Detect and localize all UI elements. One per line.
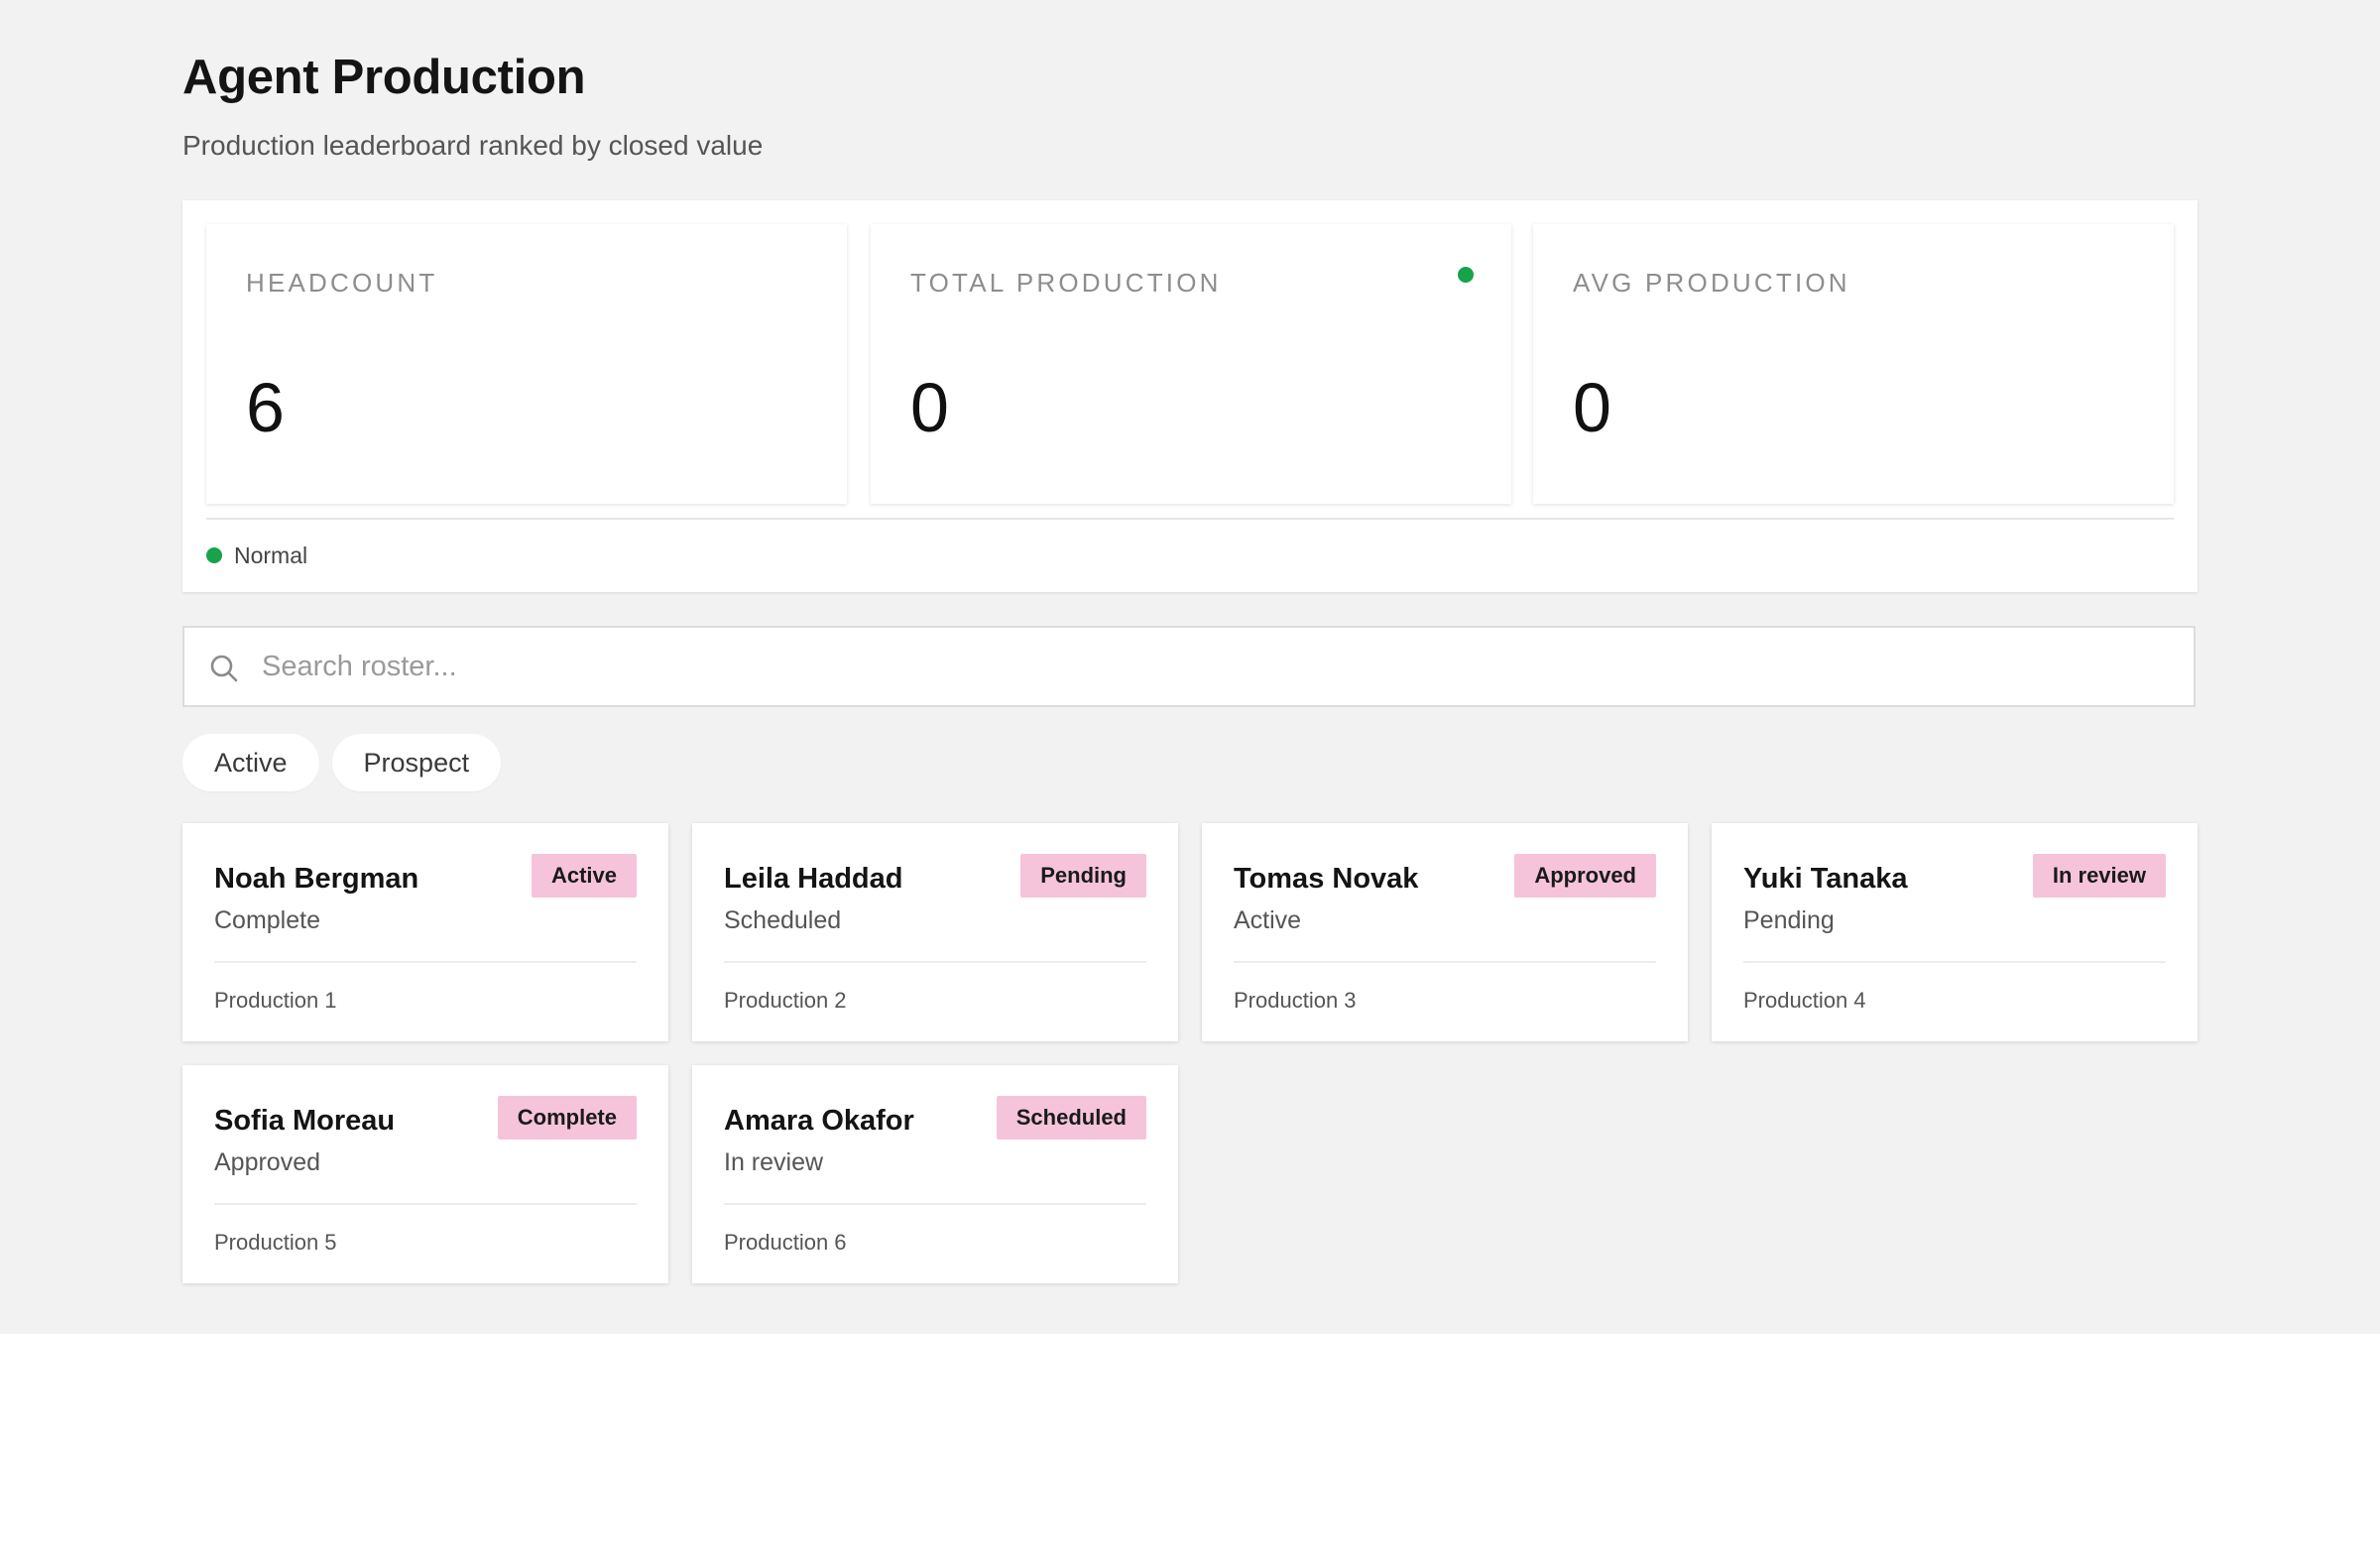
agent-production: Production 3	[1234, 988, 1357, 1013]
roster-card[interactable]: Sofia Moreau Complete Approved Productio…	[182, 1065, 668, 1283]
status-badge: Scheduled	[996, 1096, 1146, 1140]
agent-status: In review	[724, 1148, 824, 1176]
agent-production: Production 1	[214, 988, 337, 1013]
agent-status: Pending	[1743, 906, 1835, 934]
agent-status: Scheduled	[724, 906, 842, 934]
agent-name: Sofia Moreau	[214, 1105, 396, 1137]
stats-panel: HEADCOUNT 6 TOTAL PRODUCTION 0 AVG PRODU…	[182, 200, 2198, 592]
stat-card-total-production: TOTAL PRODUCTION 0	[871, 224, 1511, 504]
stat-card-avg-production: AVG PRODUCTION 0	[1533, 224, 2174, 504]
agent-production: Production 4	[1743, 988, 1866, 1013]
stat-value: 6	[246, 369, 285, 446]
agent-name: Tomas Novak	[1234, 863, 1419, 895]
divider	[724, 1203, 1146, 1205]
agent-status: Active	[1234, 906, 1302, 934]
search-bar[interactable]	[182, 626, 2196, 707]
page-title: Agent Production	[182, 51, 586, 104]
agent-status: Approved	[214, 1148, 321, 1176]
status-badge: Pending	[1020, 854, 1146, 898]
filter-chips: Active Prospect	[182, 734, 514, 791]
status-indicator: Normal	[206, 538, 307, 573]
empty-page-area	[0, 1334, 2380, 1563]
stat-value: 0	[910, 369, 949, 446]
agent-name: Noah Bergman	[214, 863, 419, 895]
page-background: Agent Production Production leaderboard …	[0, 0, 2380, 1334]
live-indicator-dot-icon	[1458, 267, 1474, 283]
roster-card[interactable]: Noah Bergman Active Complete Production …	[182, 823, 668, 1041]
agent-production: Production 2	[724, 988, 847, 1013]
divider	[214, 1203, 637, 1205]
filter-chip-active[interactable]: Active	[182, 734, 319, 791]
roster-card[interactable]: Leila Haddad Pending Scheduled Productio…	[692, 823, 1178, 1041]
agent-name: Amara Okafor	[724, 1105, 914, 1137]
search-icon	[210, 655, 238, 682]
agent-name: Leila Haddad	[724, 863, 903, 895]
roster-card[interactable]: Tomas Novak Approved Active Production 3	[1202, 823, 1688, 1041]
stat-label: HEADCOUNT	[246, 268, 438, 298]
agent-status: Complete	[214, 906, 320, 934]
status-dot-icon	[206, 547, 222, 563]
status-badge: Active	[531, 854, 637, 898]
stat-label: TOTAL PRODUCTION	[910, 268, 1222, 298]
status-badge: Approved	[1514, 854, 1656, 898]
roster-card[interactable]: Amara Okafor Scheduled In review Product…	[692, 1065, 1178, 1283]
status-label: Normal	[234, 541, 308, 568]
filter-chip-prospect[interactable]: Prospect	[331, 734, 502, 791]
divider	[214, 961, 637, 963]
roster-card[interactable]: Yuki Tanaka In review Pending Production…	[1712, 823, 2198, 1041]
divider	[1743, 961, 2166, 963]
status-badge: In review	[2032, 854, 2166, 898]
stat-card-headcount: HEADCOUNT 6	[206, 224, 847, 504]
search-input[interactable]	[262, 628, 2146, 705]
agent-name: Yuki Tanaka	[1743, 863, 1908, 895]
stat-value: 0	[1573, 369, 1611, 446]
agent-production: Production 5	[214, 1230, 337, 1255]
stat-label: AVG PRODUCTION	[1573, 268, 1850, 298]
divider	[1234, 961, 1656, 963]
divider	[724, 961, 1146, 963]
status-badge: Complete	[497, 1096, 637, 1140]
page-subtitle: Production leaderboard ranked by closed …	[182, 130, 764, 161]
divider	[206, 518, 2174, 520]
agent-production: Production 6	[724, 1230, 847, 1255]
